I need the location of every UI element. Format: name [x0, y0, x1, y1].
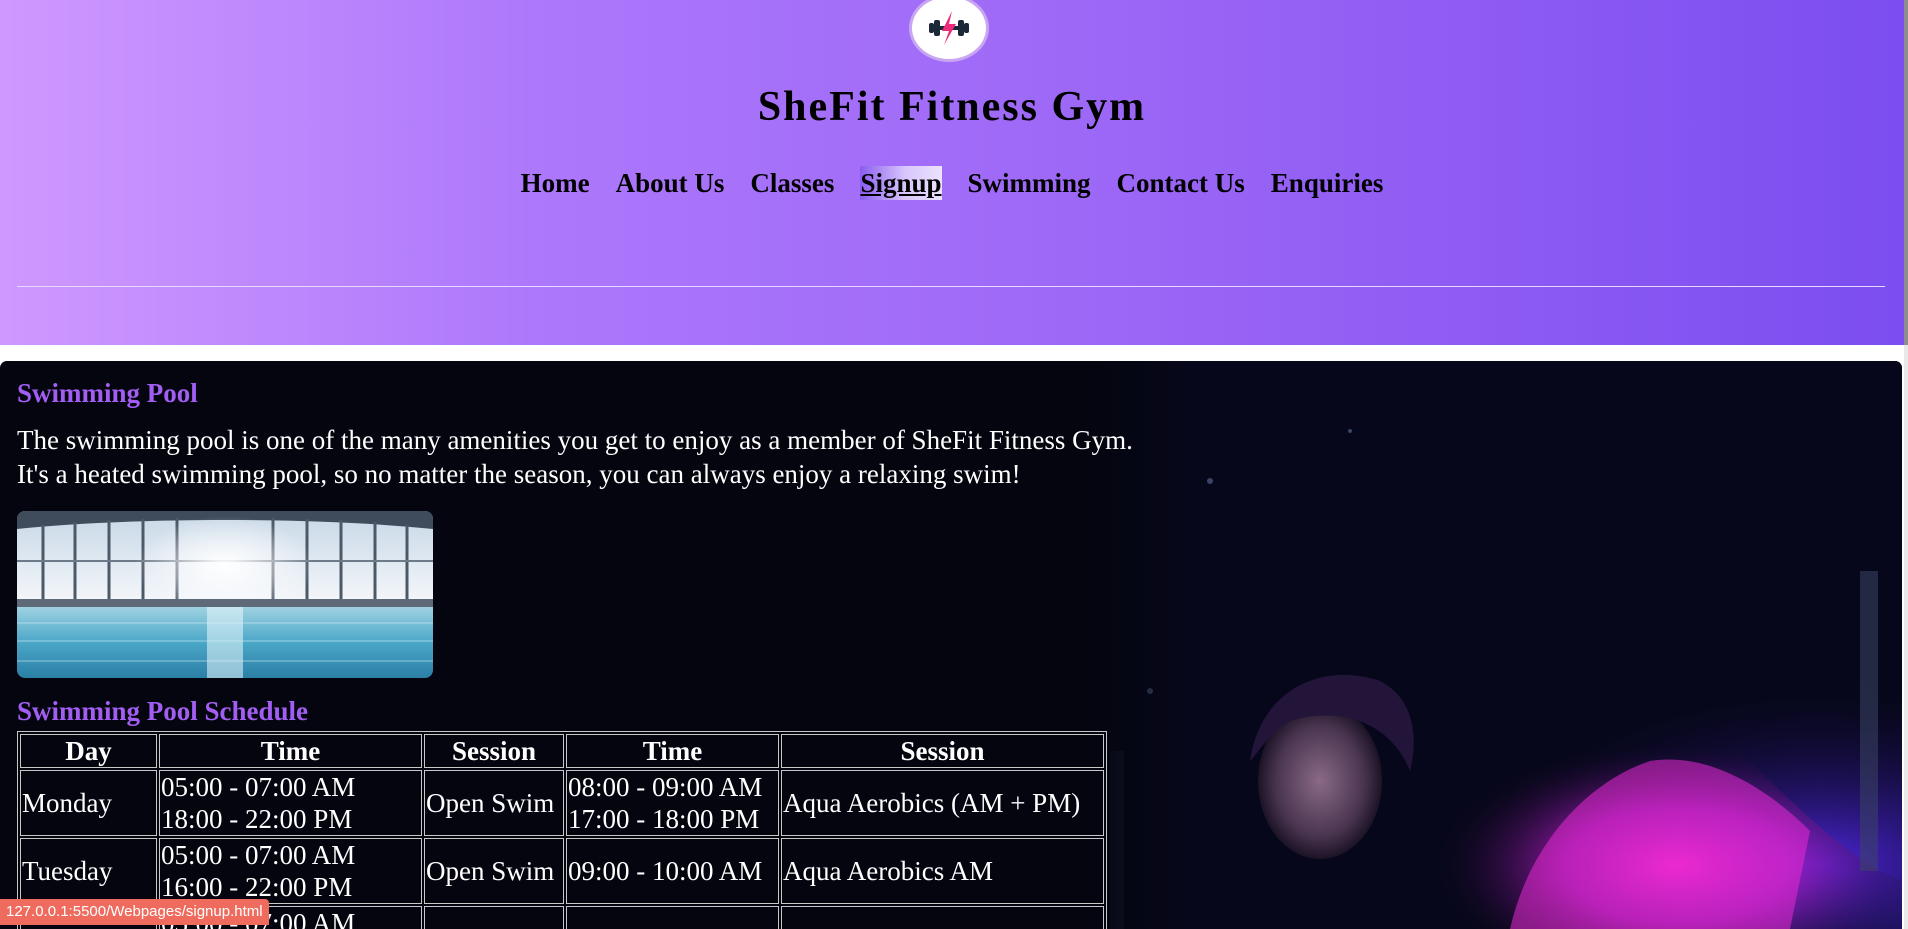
- nav-contact-us-link[interactable]: Contact Us: [1117, 166, 1245, 200]
- browser-viewport: SheFit Fitness Gym Home About Us Classes…: [0, 0, 1908, 929]
- intro-text: The swimming pool is one of the many ame…: [17, 423, 1317, 491]
- column-header: Time: [159, 734, 422, 768]
- swimming-content: Swimming Pool The swimming pool is one o…: [0, 361, 1902, 929]
- site-header: SheFit Fitness Gym Home About Us Classes…: [0, 0, 1904, 345]
- session-cell: [781, 906, 1104, 929]
- column-header: Session: [781, 734, 1104, 768]
- nav-swimming-link[interactable]: Swimming: [968, 166, 1091, 200]
- page-scrollbar-thumb[interactable]: [1904, 0, 1908, 345]
- time-cell: 09:00 - 10:00 AM: [566, 838, 779, 904]
- intro-line-2: It's a heated swimming pool, so no matte…: [17, 459, 1021, 489]
- nav-enquiries-link[interactable]: Enquiries: [1271, 166, 1384, 200]
- time-cell: 05:00 - 07:00 AM 18:00 - 22:00 PM: [159, 770, 422, 836]
- column-header: Time: [566, 734, 779, 768]
- pool-image: [17, 511, 433, 678]
- table-header-row: Day Time Session Time Session: [20, 734, 1104, 768]
- nav-classes-link[interactable]: Classes: [750, 166, 834, 200]
- session-cell: [424, 906, 564, 929]
- header-divider: [17, 286, 1885, 287]
- column-header: Session: [424, 734, 564, 768]
- table-row: Monday 05:00 - 07:00 AM 18:00 - 22:00 PM …: [20, 770, 1104, 836]
- session-cell: Open Swim: [424, 838, 564, 904]
- time-cell: 08:00 - 09:00 AM 17:00 - 18:00 PM: [566, 770, 779, 836]
- intro-line-1: The swimming pool is one of the many ame…: [17, 425, 1133, 455]
- nav-signup-link[interactable]: Signup: [860, 166, 942, 200]
- nav-about-us-link[interactable]: About Us: [616, 166, 725, 200]
- session-cell: Aqua Aerobics (AM + PM): [781, 770, 1104, 836]
- session-cell: Aqua Aerobics AM: [781, 838, 1104, 904]
- day-cell: Monday: [20, 770, 157, 836]
- day-cell: Tuesday: [20, 838, 157, 904]
- column-header: Day: [20, 734, 157, 768]
- time-cell: 05:00 - 07:00 AM 16:00 - 22:00 PM: [159, 838, 422, 904]
- dumbbell-lightning-icon: [929, 11, 969, 45]
- gym-logo[interactable]: [909, 0, 989, 62]
- session-cell: Open Swim: [424, 770, 564, 836]
- nav-home-link[interactable]: Home: [521, 166, 590, 200]
- schedule-heading: Swimming Pool Schedule: [17, 696, 309, 726]
- table-row: Tuesday 05:00 - 07:00 AM 16:00 - 22:00 PM…: [20, 838, 1104, 904]
- time-cell: [566, 906, 779, 929]
- section-heading: Swimming Pool: [17, 378, 198, 408]
- site-title: SheFit Fitness Gym: [757, 84, 1147, 130]
- link-status-bar: 127.0.0.1:5500/Webpages/signup.html: [0, 899, 269, 925]
